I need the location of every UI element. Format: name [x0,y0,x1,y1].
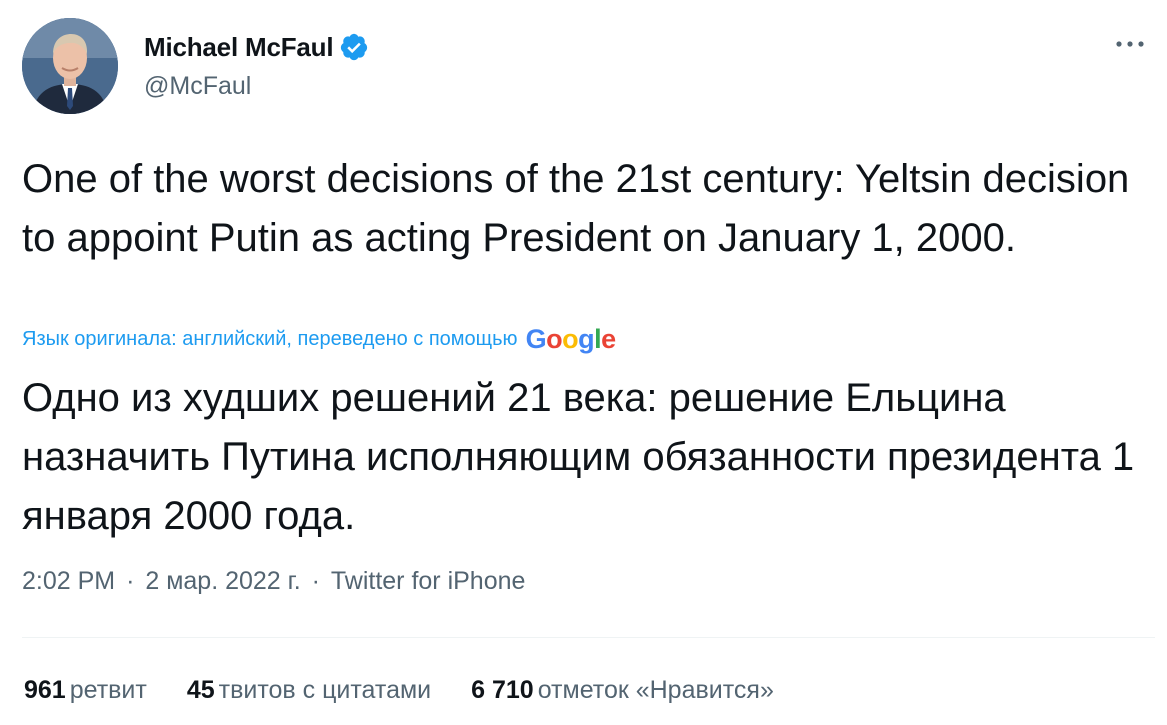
google-letter: o [562,324,579,354]
google-letter: g [578,324,595,354]
translation-note[interactable]: Язык оригинала: английский, переведено с… [22,326,616,353]
translated-tweet-text: Одно из худших решений 21 века: решение … [22,376,1135,538]
google-letter: G [525,324,547,354]
google-letter: o [546,324,563,354]
likes-stat[interactable]: 6 710 отметок «Нравится» [471,676,774,705]
tweet-text: One of the worst decisions of the 21st c… [22,157,1130,260]
tweet-source[interactable]: Twitter for iPhone [331,567,526,595]
verified-badge-icon [339,32,369,62]
avatar-photo-icon [22,18,118,114]
more-options-icon[interactable] [1110,32,1150,56]
google-letter: e [601,324,616,354]
author-name-row: Michael McFaul [144,30,369,64]
tweet-date[interactable]: 2 мар. 2022 г. [145,567,300,595]
likes-count: 6 710 [471,676,534,704]
quotes-label: твитов с цитатами [218,676,432,704]
retweets-label: ретвит [69,676,147,704]
meta-separator: · [311,567,320,595]
tweet-time[interactable]: 2:02 PM [22,567,115,595]
avatar[interactable] [22,18,118,114]
tweet-header: Michael McFaul @McFaul [20,16,1150,116]
author-name[interactable]: Michael McFaul [144,32,334,63]
author-handle[interactable]: @McFaul [144,72,251,101]
divider [22,637,1155,638]
translation-note-text: Язык оригинала: английский, переведено с… [22,328,518,350]
likes-label: отметок «Нравится» [537,676,774,704]
tweet-card: Michael McFaul @McFaul One of the worst … [0,0,1167,725]
retweets-count: 961 [24,676,66,704]
retweets-stat[interactable]: 961 ретвит [24,676,147,705]
quotes-stat[interactable]: 45 твитов с цитатами [187,676,431,705]
google-logo: Google [525,324,617,354]
engagement-stats: 961 ретвит 45 твитов с цитатами 6 710 отмет… [24,676,814,705]
quotes-count: 45 [186,676,215,704]
meta-separator: · [126,567,135,595]
tweet-meta: 2:02 PM · 2 мар. 2022 г. · Twitter for i… [22,567,525,596]
